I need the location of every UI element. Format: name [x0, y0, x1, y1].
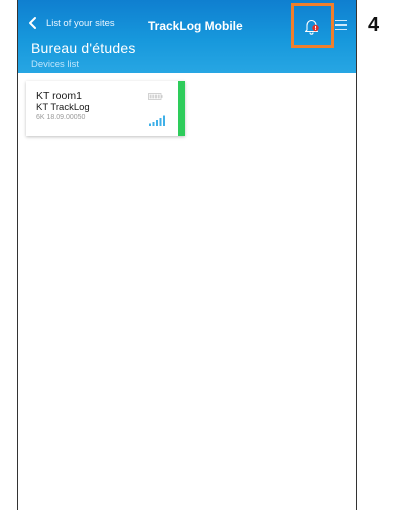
- notifications-button[interactable]: [302, 17, 322, 37]
- menu-line: [335, 20, 347, 22]
- device-type: KT TrackLog: [36, 102, 90, 113]
- bell-alert-icon: [304, 19, 319, 35]
- menu-line: [335, 24, 347, 26]
- phone-screen: List of your sites TrackLog Mobile Burea…: [17, 0, 357, 510]
- screenshot-stage: List of your sites TrackLog Mobile Burea…: [0, 0, 397, 510]
- app-header: List of your sites TrackLog Mobile Burea…: [18, 0, 356, 73]
- site-name: Bureau d'études: [31, 40, 136, 56]
- menu-line: [335, 28, 347, 31]
- battery-icon: [148, 93, 163, 100]
- app-title: TrackLog Mobile: [148, 19, 243, 33]
- chevron-left-icon: [29, 17, 36, 29]
- signal-strength-icon: [149, 115, 165, 126]
- device-card[interactable]: KT room1 KT TrackLog 6K 18.09.00050: [26, 81, 185, 136]
- annotation-step-number: 4: [368, 14, 380, 36]
- device-status-indicator: [178, 81, 185, 136]
- page-subtitle: Devices list: [31, 59, 80, 70]
- back-label: List of your sites: [46, 17, 115, 29]
- back-to-sites-button[interactable]: List of your sites: [26, 16, 115, 30]
- hamburger-menu-icon[interactable]: [335, 20, 347, 32]
- device-name: KT room1: [36, 90, 82, 102]
- device-serial: 6K 18.09.00050: [36, 114, 86, 121]
